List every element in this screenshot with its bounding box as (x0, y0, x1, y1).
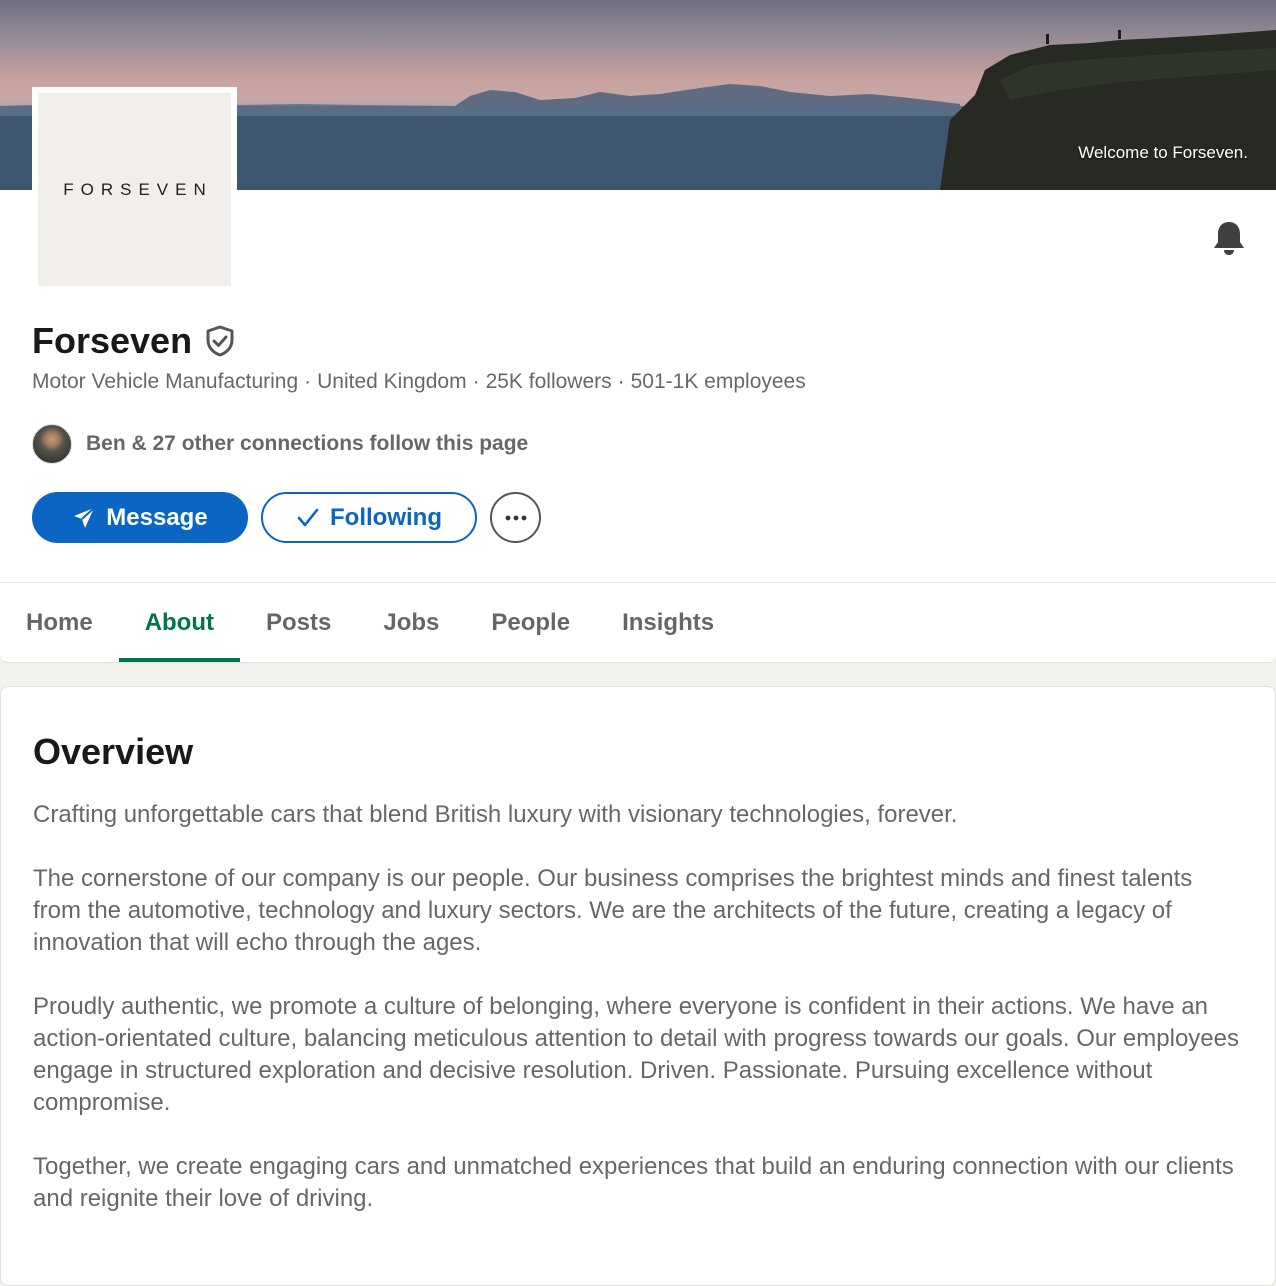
paper-plane-icon (72, 506, 96, 530)
tab-home[interactable]: Home (0, 583, 119, 662)
message-button[interactable]: Message (32, 492, 248, 543)
company-name: Forseven (32, 320, 193, 361)
tab-posts[interactable]: Posts (240, 583, 357, 662)
more-actions-button[interactable] (490, 492, 541, 543)
overview-paragraph: Crafting unforgettable cars that blend B… (33, 801, 958, 828)
tab-people[interactable]: People (465, 583, 596, 662)
logo-wordmark: FORSEVEN (63, 179, 213, 199)
overview-section: Overview Crafting unforgettable cars tha… (0, 686, 1276, 1286)
following-button[interactable]: Following (261, 492, 477, 543)
following-button-label: Following (330, 503, 442, 531)
connection-avatar (32, 424, 72, 464)
ellipsis-icon (504, 509, 528, 527)
connections-follow-row[interactable]: Ben & 27 other connections follow this p… (32, 424, 528, 464)
industry-text: Motor Vehicle Manufacturing (32, 370, 299, 393)
cover-caption: Welcome to Forseven. (1078, 143, 1248, 162)
verified-shield-icon[interactable] (204, 325, 236, 357)
overview-paragraph: Together, we create engaging cars and un… (33, 1153, 1234, 1212)
company-tabs: Home About Posts Jobs People Insights (0, 583, 740, 662)
employees-link[interactable]: 501-1K employees (631, 370, 806, 393)
meta-separator: · (304, 370, 312, 393)
notifications-bell-button[interactable] (1210, 220, 1248, 260)
location-text: United Kingdom (317, 370, 467, 393)
company-title-row: Forseven (32, 320, 236, 362)
overview-paragraph: Proudly authentic, we promote a culture … (33, 993, 1239, 1116)
checkmark-icon (296, 506, 320, 530)
meta-separator: · (617, 370, 625, 393)
tab-about[interactable]: About (118, 583, 240, 662)
overview-body: Crafting unforgettable cars that blend B… (33, 799, 1243, 1247)
company-logo[interactable]: FORSEVEN (32, 87, 237, 292)
followers-count: 25K followers (485, 370, 612, 393)
meta-separator: · (472, 370, 480, 393)
bell-icon (1212, 220, 1246, 261)
action-buttons: Message Following (32, 492, 541, 543)
message-button-label: Message (106, 503, 208, 531)
overview-title: Overview (33, 731, 194, 772)
overview-paragraph: The cornerstone of our company is our pe… (33, 865, 1193, 956)
company-meta: Motor Vehicle Manufacturing · United Kingd… (32, 370, 806, 394)
tab-jobs[interactable]: Jobs (357, 583, 465, 662)
company-top-card: Welcome to Forseven. FORSEVEN Forseven M… (0, 0, 1276, 663)
connections-text: Ben & 27 other connections follow this p… (86, 432, 529, 455)
tab-insights[interactable]: Insights (596, 583, 740, 662)
